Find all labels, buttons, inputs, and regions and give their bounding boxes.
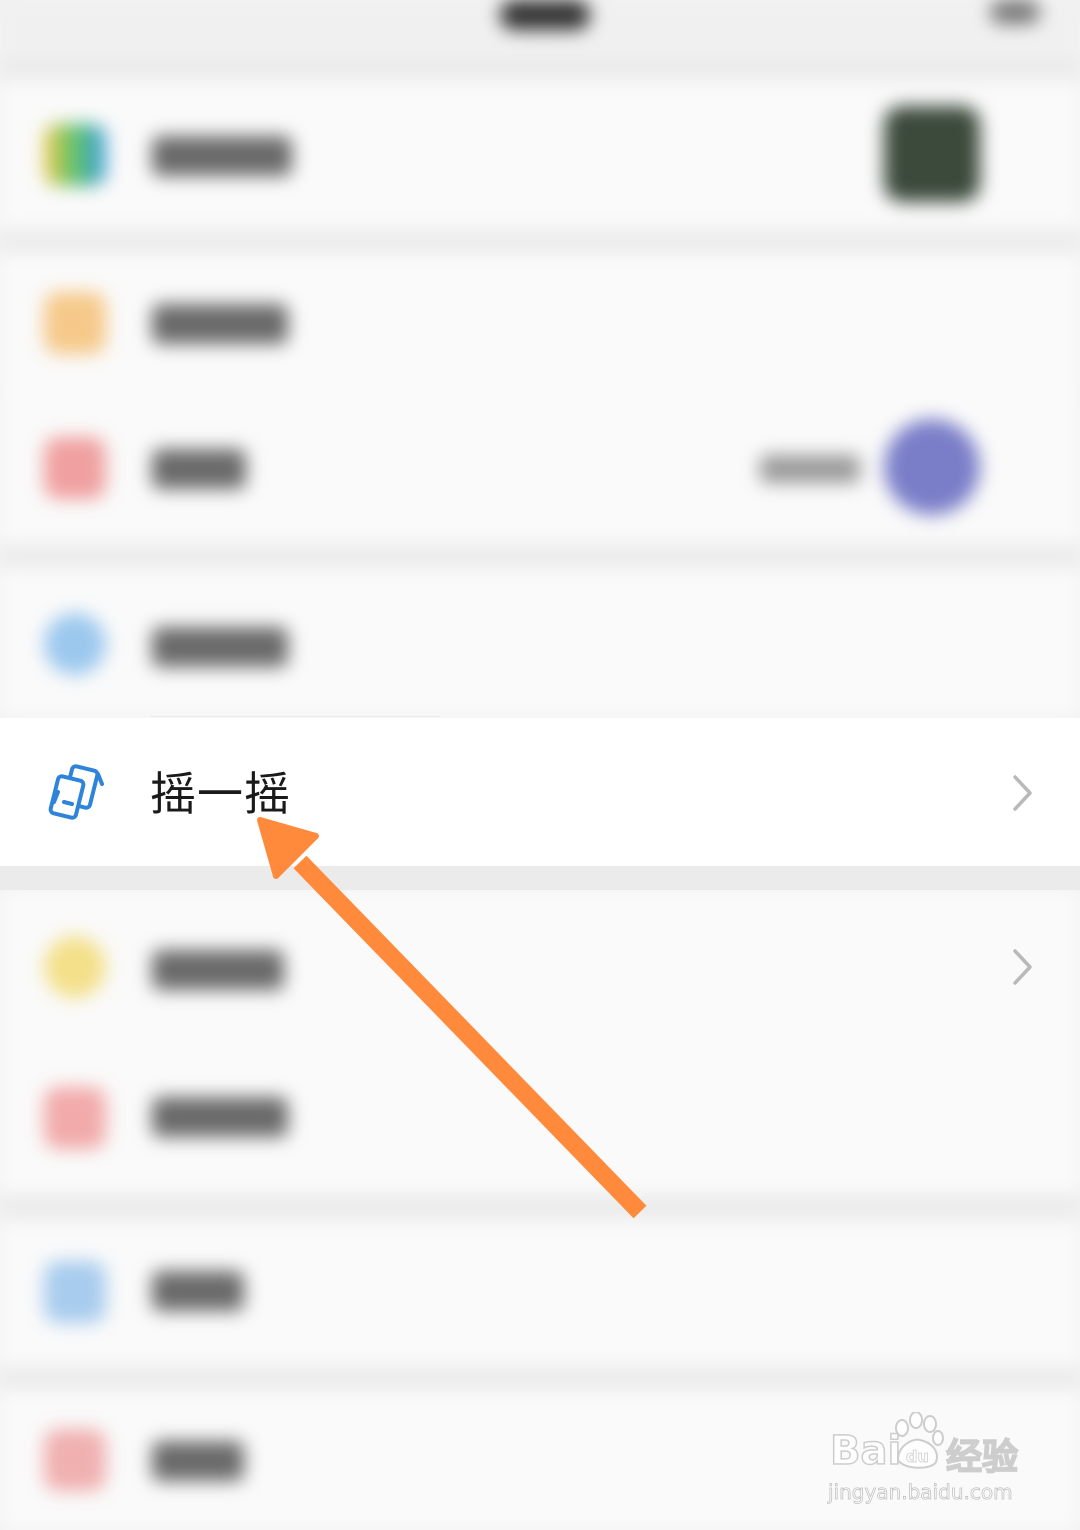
blurred-row-3[interactable] — [0, 395, 1080, 545]
baidu-jingyan-watermark: Bai du 经验 jingyan.baidu.com — [826, 1408, 1036, 1518]
blurred-row-4[interactable] — [0, 567, 1080, 717]
chevron-right-icon — [1013, 949, 1032, 985]
blurred-row-5[interactable] — [0, 890, 1080, 1045]
top-bar — [0, 0, 1080, 60]
blurred-row-7[interactable] — [0, 1219, 1080, 1367]
blurred-row-1[interactable] — [0, 80, 1080, 230]
blurred-row-2[interactable] — [0, 252, 1080, 394]
shake-label: 摇一摇 — [150, 767, 291, 821]
watermark-jingyan: 经验 — [945, 1436, 1019, 1479]
blurred-row-6[interactable] — [0, 1045, 1080, 1195]
watermark-brand: Bai — [829, 1427, 902, 1475]
paw-icon: du — [895, 1412, 944, 1469]
watermark-url: jingyan.baidu.com — [828, 1480, 1013, 1505]
section-separator — [0, 866, 1080, 890]
chevron-right-icon — [1013, 775, 1032, 811]
row-divider — [150, 716, 440, 717]
paw-text: du — [906, 1447, 929, 1466]
screen: 摇一摇 Bai du 经验 jingyan.baidu.com — [0, 0, 1080, 1530]
shake-phones-icon — [48, 764, 104, 820]
